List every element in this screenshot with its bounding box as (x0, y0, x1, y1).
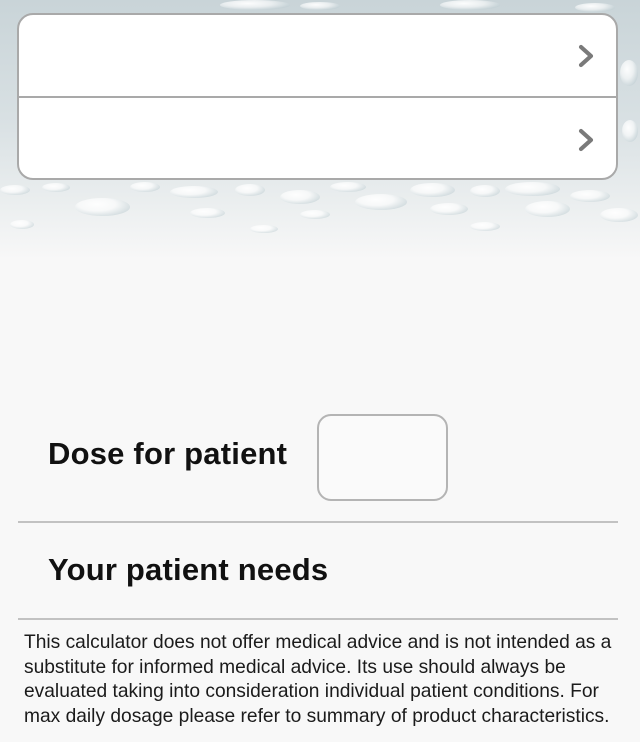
chevron-right-icon (578, 128, 594, 151)
dose-for-patient-label: Dose for patient (48, 436, 288, 471)
disclaimer-text: This calculator does not offer medical a… (24, 632, 612, 727)
divider (18, 521, 618, 523)
divider (18, 618, 618, 620)
menu-group (17, 13, 618, 180)
patient-needs-label: Your patient needs (48, 552, 329, 587)
menu-item-1[interactable] (19, 15, 616, 98)
menu-item-2[interactable] (19, 98, 616, 178)
chevron-right-icon (578, 44, 594, 67)
dose-input[interactable] (317, 414, 448, 501)
